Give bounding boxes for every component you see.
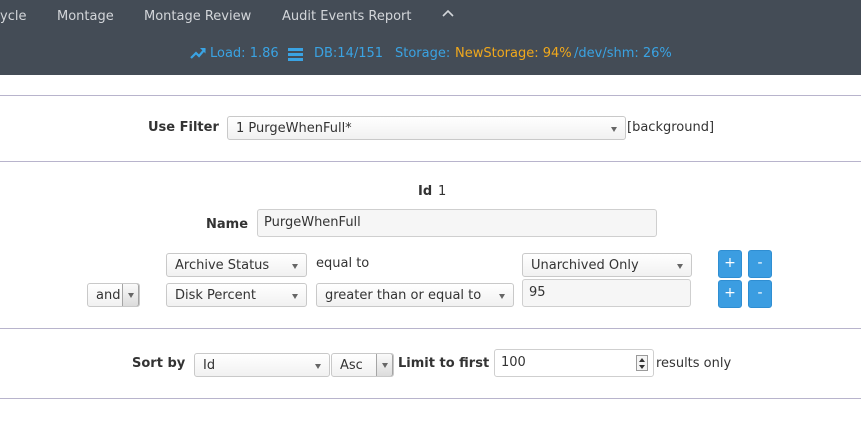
nav-item-montage-review[interactable]: Montage Review xyxy=(144,9,251,24)
database-icon xyxy=(288,48,303,65)
term-conjunction-value: and xyxy=(96,288,121,303)
name-label: Name xyxy=(206,217,249,232)
chevron-down-icon xyxy=(292,264,298,269)
chevron-down-icon xyxy=(315,364,321,369)
load-status[interactable]: Load: 1.86 xyxy=(210,46,279,61)
term-value-selected: Unarchived Only xyxy=(531,258,639,273)
term-value-select[interactable]: Unarchived Only xyxy=(522,253,692,277)
sort-field-select[interactable]: Id xyxy=(194,353,330,377)
chevron-down-icon xyxy=(292,294,298,299)
nav-item-audit-events-report[interactable]: Audit Events Report xyxy=(282,9,411,24)
term-operator-text: equal to xyxy=(316,256,370,271)
dropdown-toggle xyxy=(122,284,139,306)
divider xyxy=(0,328,861,329)
name-input[interactable]: PurgeWhenFull xyxy=(257,209,657,237)
nav-item-montage[interactable]: Montage xyxy=(57,9,114,24)
dropdown-toggle xyxy=(376,354,393,376)
limit-label: Limit to first xyxy=(398,356,490,371)
trend-up-icon xyxy=(190,46,206,64)
sort-direction-value: Asc xyxy=(340,358,363,373)
term-attribute-value: Archive Status xyxy=(175,258,270,273)
term-attribute-select[interactable]: Disk Percent xyxy=(166,283,307,307)
term-value-input[interactable]: 95 xyxy=(522,279,691,307)
nav-item-cycle[interactable]: ycle xyxy=(0,9,26,24)
add-term-button[interactable]: + xyxy=(718,250,742,278)
storage-shm[interactable]: /dev/shm: 26% xyxy=(574,46,672,61)
db-status[interactable]: DB:14/151 xyxy=(314,46,383,61)
number-spinner[interactable] xyxy=(636,355,648,371)
remove-term-button[interactable]: - xyxy=(748,280,772,308)
limit-input[interactable]: 100 xyxy=(494,349,654,377)
storage-label[interactable]: Storage: xyxy=(395,46,450,61)
sort-direction-select[interactable]: Asc xyxy=(331,353,394,377)
divider xyxy=(0,398,861,399)
results-only-text: results only xyxy=(656,356,732,371)
spinner-down-icon[interactable] xyxy=(639,365,645,369)
term-attribute-select[interactable]: Archive Status xyxy=(166,253,307,277)
id-value: 1 xyxy=(438,184,447,199)
sort-by-label: Sort by xyxy=(132,356,186,371)
chevron-down-icon xyxy=(677,264,683,269)
chevron-up-icon[interactable] xyxy=(442,6,454,17)
id-label: Id xyxy=(418,184,433,199)
background-note: [background] xyxy=(627,120,715,135)
chevron-down-icon xyxy=(499,294,505,299)
filter-select-value: 1 PurgeWhenFull* xyxy=(236,121,352,136)
filter-select[interactable]: 1 PurgeWhenFull* xyxy=(227,116,626,140)
remove-term-button[interactable]: - xyxy=(748,250,772,278)
add-term-button[interactable]: + xyxy=(718,280,742,308)
sort-field-value: Id xyxy=(203,358,216,373)
chevron-down-icon xyxy=(382,363,388,368)
chevron-down-icon xyxy=(128,293,134,298)
spinner-up-icon[interactable] xyxy=(639,358,645,362)
chevron-down-icon xyxy=(611,127,617,132)
divider xyxy=(0,161,861,162)
use-filter-label: Use Filter xyxy=(148,120,219,135)
term-attribute-value: Disk Percent xyxy=(175,288,256,303)
top-navbar: ycle Montage Montage Review Audit Events… xyxy=(0,0,861,75)
term-conjunction-select[interactable]: and xyxy=(87,283,140,307)
storage-newstorage[interactable]: NewStorage: 94% xyxy=(455,46,572,61)
limit-value: 100 xyxy=(501,355,526,370)
term-operator-select[interactable]: greater than or equal to xyxy=(316,283,514,307)
term-operator-value: greater than or equal to xyxy=(325,288,482,303)
divider xyxy=(0,95,861,96)
